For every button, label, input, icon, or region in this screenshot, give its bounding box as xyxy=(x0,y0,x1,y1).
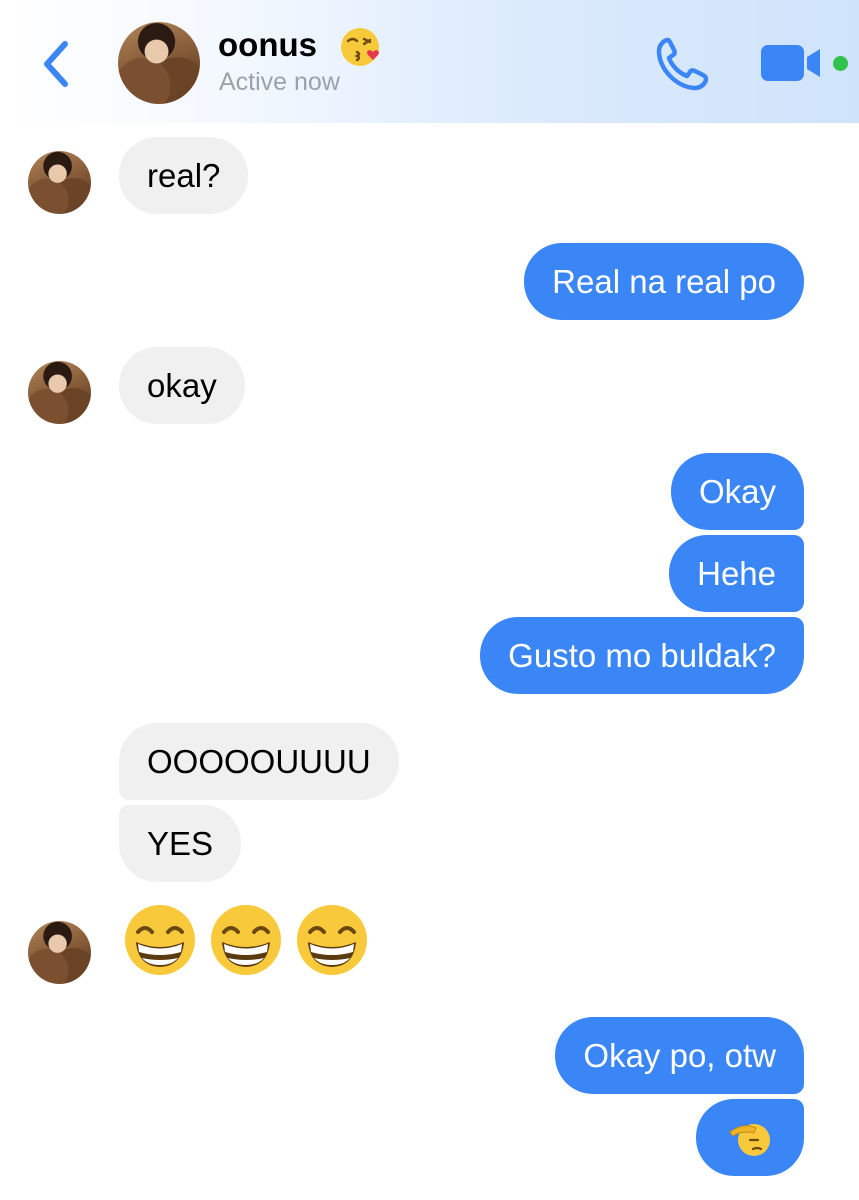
chat-header: oonus Active now xyxy=(0,0,859,123)
phone-icon xyxy=(656,37,709,91)
message-outgoing[interactable]: Okay po, otw xyxy=(555,1017,804,1094)
video-camera-icon xyxy=(761,45,820,81)
grinning-face-emoji xyxy=(125,905,195,975)
back-button[interactable] xyxy=(36,36,80,92)
contact-avatar-small[interactable] xyxy=(28,921,91,984)
message-outgoing[interactable]: Gusto mo buldak? xyxy=(480,617,804,694)
online-indicator xyxy=(833,56,848,71)
contact-avatar-small[interactable] xyxy=(28,361,91,424)
video-call-button[interactable] xyxy=(760,42,822,84)
contact-name[interactable]: oonus xyxy=(218,26,317,64)
message-outgoing[interactable]: Hehe xyxy=(669,535,804,612)
message-outgoing-emoji[interactable] xyxy=(696,1099,804,1176)
message-incoming[interactable]: real? xyxy=(119,137,249,214)
saluting-face-emoji xyxy=(729,1124,770,1156)
message-incoming[interactable]: YES xyxy=(119,805,242,882)
message-incoming[interactable]: OOOOOUUUU xyxy=(119,723,399,800)
grinning-face-emoji xyxy=(297,905,367,975)
message-incoming[interactable]: okay xyxy=(119,347,245,424)
chevron-left-icon xyxy=(44,41,68,87)
grinning-face-emoji xyxy=(211,905,281,975)
active-status: Active now xyxy=(219,68,340,96)
contact-avatar[interactable] xyxy=(118,22,200,104)
call-button[interactable] xyxy=(654,36,712,92)
message-outgoing[interactable]: Okay xyxy=(670,453,804,530)
contact-avatar-small[interactable] xyxy=(28,151,91,214)
kissing-face-with-heart-emoji xyxy=(341,28,379,66)
message-outgoing[interactable]: Real na real po xyxy=(524,243,804,320)
